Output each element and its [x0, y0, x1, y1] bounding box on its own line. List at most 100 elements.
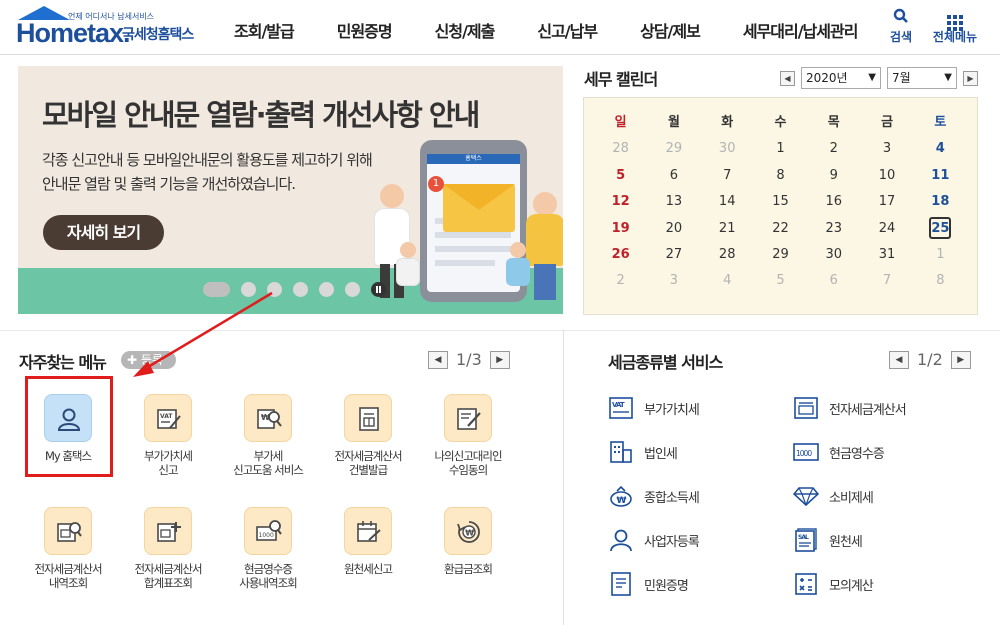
svg-text:VAT: VAT	[160, 413, 173, 420]
calendar-day[interactable]: 5	[594, 163, 647, 189]
calendar-month-select[interactable]: 7월 ▼	[887, 67, 957, 89]
hometax-logo[interactable]: 언제 어디서나 납세서비스 Hometax. 국세청홈택스	[16, 6, 206, 50]
service-consumption-tax[interactable]: 소비제세	[793, 483, 874, 509]
nav-report-pay[interactable]: 신고/납부	[537, 18, 598, 42]
promo-banner[interactable]: 모바일 안내문 열람·출력 개선사항 안내 각종 신고안내 등 모바일안내문의 …	[18, 66, 563, 314]
search-button[interactable]: 검색	[876, 8, 926, 45]
calendar-day[interactable]: 24	[860, 216, 913, 242]
calendar-day-number: 4	[723, 273, 732, 289]
menu-vat-help[interactable]: ₩ 부가세 신고도움 서비스	[218, 385, 318, 490]
menu-agent-consent[interactable]: 나의신고대리인 수임동의	[418, 385, 518, 490]
calendar-day[interactable]: 6	[807, 268, 860, 294]
banner-detail-button[interactable]: 자세히 보기	[43, 215, 164, 250]
calendar-day[interactable]: 17	[860, 189, 913, 215]
service-vat[interactable]: VAT 부가가치세	[608, 395, 700, 421]
calendar-day[interactable]: 12	[594, 189, 647, 215]
calendar-year-select[interactable]: 2020년 ▼	[801, 67, 881, 89]
calendar-day[interactable]: 2	[594, 268, 647, 294]
calendar-day[interactable]: 30	[701, 136, 754, 162]
calendar-day[interactable]: 3	[647, 268, 700, 294]
menu-einvoice-summary[interactable]: 전자세금계산서 합계표조회	[118, 498, 218, 603]
menu-cash-receipt-history[interactable]: 1000 현금영수증 사용내역조회	[218, 498, 318, 603]
menu-einvoice-list[interactable]: 전자세금계산서 내역조회	[18, 498, 118, 603]
calendar-day[interactable]: 23	[807, 216, 860, 242]
service-income-tax[interactable]: ₩ 종합소득세	[608, 483, 700, 509]
calendar-day[interactable]: 19	[594, 216, 647, 242]
document-pen-icon	[444, 394, 492, 442]
menu-refund-lookup[interactable]: ₩ 환급금조회	[418, 498, 518, 603]
all-menu-button[interactable]: 전체메뉴	[928, 8, 982, 45]
calendar-day-today[interactable]: 25	[914, 216, 967, 242]
service-withholding-tax[interactable]: SAL 원천세	[793, 527, 863, 553]
tax-services-prev-button[interactable]: ◀	[889, 350, 909, 369]
calendar-day[interactable]: 7	[860, 268, 913, 294]
calendar-day[interactable]: 11	[914, 163, 967, 189]
calendar-day[interactable]: 28	[594, 136, 647, 162]
banner-dot-4[interactable]	[293, 282, 308, 297]
calendar-day[interactable]: 8	[754, 163, 807, 189]
calendar-day[interactable]: 30	[807, 242, 860, 268]
service-corporate-tax[interactable]: 법인세	[608, 439, 678, 465]
service-label: 모의계산	[829, 578, 874, 594]
calendar-day[interactable]: 22	[754, 216, 807, 242]
person-head-illustration	[380, 184, 404, 208]
service-certificates[interactable]: 민원증명	[608, 571, 689, 597]
frequent-menu-next-button[interactable]: ▶	[489, 350, 510, 369]
nav-consult-report[interactable]: 상담/제보	[640, 18, 701, 42]
calendar-day[interactable]: 20	[647, 216, 700, 242]
banner-dot-2[interactable]	[241, 282, 256, 297]
frequent-menu-add-button[interactable]: ✚ 등록	[121, 351, 176, 369]
site-header: 언제 어디서나 납세서비스 Hometax. 국세청홈택스 조회/발급 민원증명…	[0, 0, 1000, 55]
calendar-day[interactable]: 3	[860, 136, 913, 162]
calendar-month-value: 7월	[892, 71, 911, 85]
nav-tax-agent[interactable]: 세무대리/납세관리	[743, 18, 859, 42]
calendar-day[interactable]: 26	[594, 242, 647, 268]
calendar-prev-button[interactable]: ◀	[780, 70, 795, 86]
nav-lookup-issue[interactable]: 조회/발급	[234, 18, 295, 42]
menu-vat-report[interactable]: VAT 부가가치세 신고	[118, 385, 218, 490]
menu-label: 부가세 신고도움 서비스	[233, 449, 304, 477]
nav-certificates[interactable]: 민원증명	[337, 18, 393, 42]
banner-pause-icon[interactable]	[371, 282, 386, 297]
banner-dot-6[interactable]	[345, 282, 360, 297]
calendar-day[interactable]: 7	[701, 163, 754, 189]
calendar-day[interactable]: 29	[647, 136, 700, 162]
menu-withholding-report[interactable]: 원천세신고	[318, 498, 418, 603]
calendar-day[interactable]: 28	[701, 242, 754, 268]
calendar-day[interactable]: 10	[860, 163, 913, 189]
calendar-day[interactable]: 1	[754, 136, 807, 162]
svg-text:₩: ₩	[617, 496, 627, 506]
banner-dot-5[interactable]	[319, 282, 334, 297]
service-einvoice[interactable]: 전자세금계산서	[793, 395, 907, 421]
calendar-next-button[interactable]: ▶	[963, 70, 978, 86]
service-business-registration[interactable]: 사업자등록	[608, 527, 700, 553]
banner-dot-1[interactable]	[203, 282, 230, 297]
frequent-menu-prev-button[interactable]: ◀	[428, 350, 448, 369]
menu-einvoice-issue[interactable]: 전자세금계산서 건별발급	[318, 385, 418, 490]
calendar-day[interactable]: 31	[860, 242, 913, 268]
calendar-day[interactable]: 29	[754, 242, 807, 268]
tax-services-next-button[interactable]: ▶	[950, 350, 971, 369]
calendar-day[interactable]: 4	[914, 136, 967, 162]
service-cash-receipt[interactable]: 1000 현금영수증	[793, 439, 885, 465]
calendar-day[interactable]: 16	[807, 189, 860, 215]
frequent-menu-title: 자주찾는 메뉴	[19, 353, 107, 372]
banner-dot-3[interactable]	[267, 282, 282, 297]
calendar-day[interactable]: 8	[914, 268, 967, 294]
service-mock-calculation[interactable]: 모의계산	[793, 571, 874, 597]
calendar-day[interactable]: 6	[647, 163, 700, 189]
calendar-day[interactable]: 2	[807, 136, 860, 162]
calendar-day[interactable]: 9	[807, 163, 860, 189]
calendar-day[interactable]: 27	[647, 242, 700, 268]
plus-icon: ✚	[127, 353, 138, 367]
calendar-day[interactable]: 18	[914, 189, 967, 215]
calendar-day[interactable]: 15	[754, 189, 807, 215]
calendar-day[interactable]: 14	[701, 189, 754, 215]
calendar-day[interactable]: 5	[754, 268, 807, 294]
calendar-day[interactable]: 21	[701, 216, 754, 242]
calendar-day[interactable]: 13	[647, 189, 700, 215]
calendar-day[interactable]: 4	[701, 268, 754, 294]
menu-label: 전자세금계산서 건별발급	[334, 449, 402, 477]
calendar-day[interactable]: 1	[914, 242, 967, 268]
nav-apply-submit[interactable]: 신청/제출	[435, 18, 496, 42]
